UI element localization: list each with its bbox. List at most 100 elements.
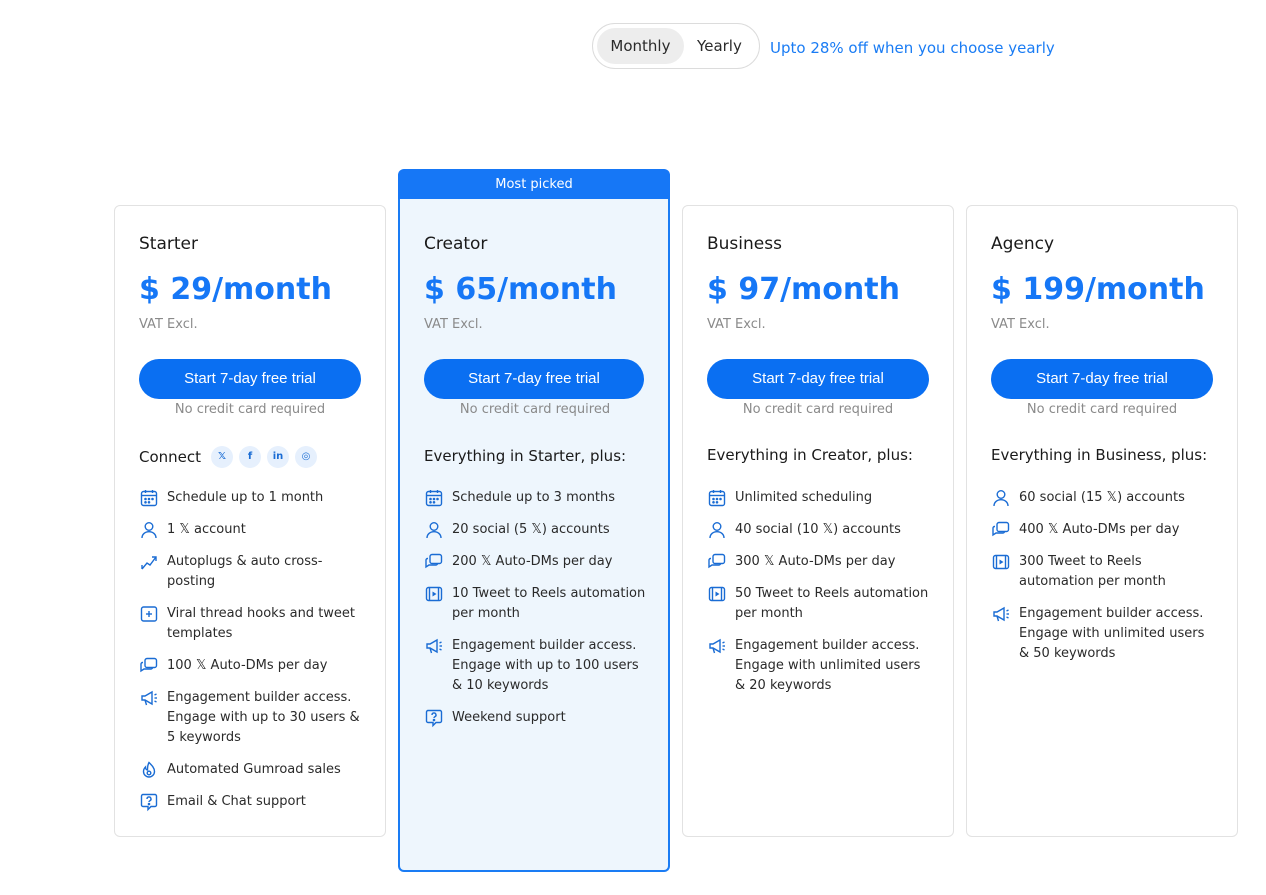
feature-text: Viral thread hooks and tweet templates [167, 606, 356, 641]
feature-text: Automated Gumroad sales [167, 762, 341, 777]
feature-item: 10 Tweet to Reels automation per month [424, 584, 650, 624]
feature-item: 50 Tweet to Reels automation per month [707, 584, 933, 624]
plan-name: Business [707, 234, 782, 254]
start-trial-button[interactable]: Start 7-day free trial [707, 359, 929, 399]
calendar-icon [139, 488, 159, 508]
feature-text: Autoplugs & auto cross-posting [167, 554, 323, 589]
feature-item: Weekend support [424, 708, 650, 728]
section-head-label: Connect [139, 448, 202, 466]
feature-item: 200 𝕏 Auto-DMs per day [424, 552, 650, 572]
feature-item: Engagement builder access. Engage with u… [139, 688, 365, 748]
chat-icon [139, 656, 159, 676]
megaphone-icon [424, 636, 444, 656]
feature-item: 300 Tweet to Reels automation per month [991, 552, 1217, 592]
user-icon [424, 520, 444, 540]
yearly-discount-note: Upto 28% off when you choose yearly [770, 39, 1055, 57]
toggle-yearly[interactable]: Yearly [684, 28, 755, 64]
plan-price: $ 65/month [424, 272, 617, 307]
feature-text: 300 Tweet to Reels automation per month [1019, 554, 1166, 589]
feature-text: Schedule up to 3 months [452, 490, 616, 505]
feature-text: 60 social (15 𝕏) accounts [1019, 490, 1185, 505]
plan-name: Creator [424, 234, 488, 254]
feature-item: 400 𝕏 Auto-DMs per day [991, 520, 1217, 540]
vat-note: VAT Excl. [991, 317, 1050, 332]
feature-item: Engagement builder access. Engage with u… [707, 636, 933, 696]
feature-list: 60 social (15 𝕏) accounts 400 𝕏 Auto-DMs … [991, 488, 1217, 676]
user-icon [707, 520, 727, 540]
linkedin-icon: in [267, 446, 290, 468]
feature-text: 200 𝕏 Auto-DMs per day [452, 554, 613, 569]
most-picked-badge: Most picked [398, 169, 670, 199]
plan-card-agency: Agency $ 199/month VAT Excl. Start 7-day… [966, 205, 1238, 837]
megaphone-icon [139, 688, 159, 708]
feature-text: Engagement builder access. Engage with u… [167, 690, 360, 745]
vat-note: VAT Excl. [707, 317, 766, 332]
feature-list: Schedule up to 1 month 1 𝕏 account Autoplu… [139, 488, 365, 824]
toggle-monthly[interactable]: Monthly [597, 28, 684, 64]
no-credit-card-note: No credit card required [459, 402, 611, 417]
billing-toggle[interactable]: Monthly Yearly [592, 23, 760, 69]
start-trial-button[interactable]: Start 7-day free trial [139, 359, 361, 399]
calendar-icon [424, 488, 444, 508]
section-head-label: Everything in Starter, plus: [424, 447, 627, 465]
feature-text: Weekend support [452, 710, 566, 725]
feature-item: Schedule up to 1 month [139, 488, 365, 508]
plan-card-business: Business $ 97/month VAT Excl. Start 7-da… [682, 205, 954, 837]
help-icon [424, 708, 444, 728]
feature-item: Unlimited scheduling [707, 488, 933, 508]
no-credit-card-note: No credit card required [1026, 402, 1178, 417]
no-credit-card-note: No credit card required [174, 402, 326, 417]
feature-text: Engagement builder access. Engage with u… [1019, 606, 1205, 661]
chat-icon [707, 552, 727, 572]
x-icon: 𝕏 [211, 446, 234, 468]
feature-item: Email & Chat support [139, 792, 365, 812]
pricing-page: Monthly Yearly Upto 28% off when you cho… [0, 0, 1266, 895]
plan-price: $ 97/month [707, 272, 900, 307]
chat-icon [424, 552, 444, 572]
section-heading: Everything in Business, plus: [991, 446, 1207, 464]
vat-note: VAT Excl. [424, 317, 483, 332]
megaphone-icon [991, 604, 1011, 624]
feature-item: Automated Gumroad sales [139, 760, 365, 780]
user-icon [991, 488, 1011, 508]
instagram-icon: ◎ [295, 446, 318, 468]
section-heading: Everything in Creator, plus: [707, 446, 913, 464]
feature-item: 100 𝕏 Auto-DMs per day [139, 656, 365, 676]
plan-name: Agency [991, 234, 1055, 254]
plan-price: $ 29/month [139, 272, 332, 307]
feature-item: Autoplugs & auto cross-posting [139, 552, 365, 592]
feature-text: 400 𝕏 Auto-DMs per day [1019, 522, 1180, 537]
user-icon [139, 520, 159, 540]
feature-item: Engagement builder access. Engage with u… [991, 604, 1217, 664]
feature-list: Schedule up to 3 months 20 social (5 𝕏) a… [424, 488, 650, 740]
feature-text: 100 𝕏 Auto-DMs per day [167, 658, 328, 673]
feature-text: 20 social (5 𝕏) accounts [452, 522, 610, 537]
feature-item: Viral thread hooks and tweet templates [139, 604, 365, 644]
feature-text: Email & Chat support [167, 794, 306, 809]
reels-icon [707, 584, 727, 604]
plan-card-creator: Creator $ 65/month VAT Excl. Start 7-day… [398, 199, 670, 872]
no-credit-card-note: No credit card required [742, 402, 894, 417]
social-icons: 𝕏 f in ◎ [211, 446, 318, 468]
feature-item: Schedule up to 3 months [424, 488, 650, 508]
feature-text: Schedule up to 1 month [167, 490, 324, 505]
plan-card-starter: Starter $ 29/month VAT Excl. Start 7-day… [114, 205, 386, 837]
feature-item: Engagement builder access. Engage with u… [424, 636, 650, 696]
feature-text: Engagement builder access. Engage with u… [452, 638, 639, 693]
feature-text: 40 social (10 𝕏) accounts [735, 522, 901, 537]
start-trial-button[interactable]: Start 7-day free trial [991, 359, 1213, 399]
feature-text: 10 Tweet to Reels automation per month [452, 586, 646, 621]
feature-item: 300 𝕏 Auto-DMs per day [707, 552, 933, 572]
section-head-label: Everything in Business, plus: [991, 446, 1208, 464]
plan-price: $ 199/month [991, 272, 1205, 307]
reels-icon [424, 584, 444, 604]
section-heading: Everything in Starter, plus: [424, 447, 626, 465]
gumroad-icon [139, 760, 159, 780]
feature-item: 20 social (5 𝕏) accounts [424, 520, 650, 540]
trend-up-icon [139, 552, 159, 572]
start-trial-button[interactable]: Start 7-day free trial [424, 359, 644, 399]
calendar-icon [707, 488, 727, 508]
feature-text: Engagement builder access. Engage with u… [735, 638, 921, 693]
vat-note: VAT Excl. [139, 317, 198, 332]
megaphone-icon [707, 636, 727, 656]
